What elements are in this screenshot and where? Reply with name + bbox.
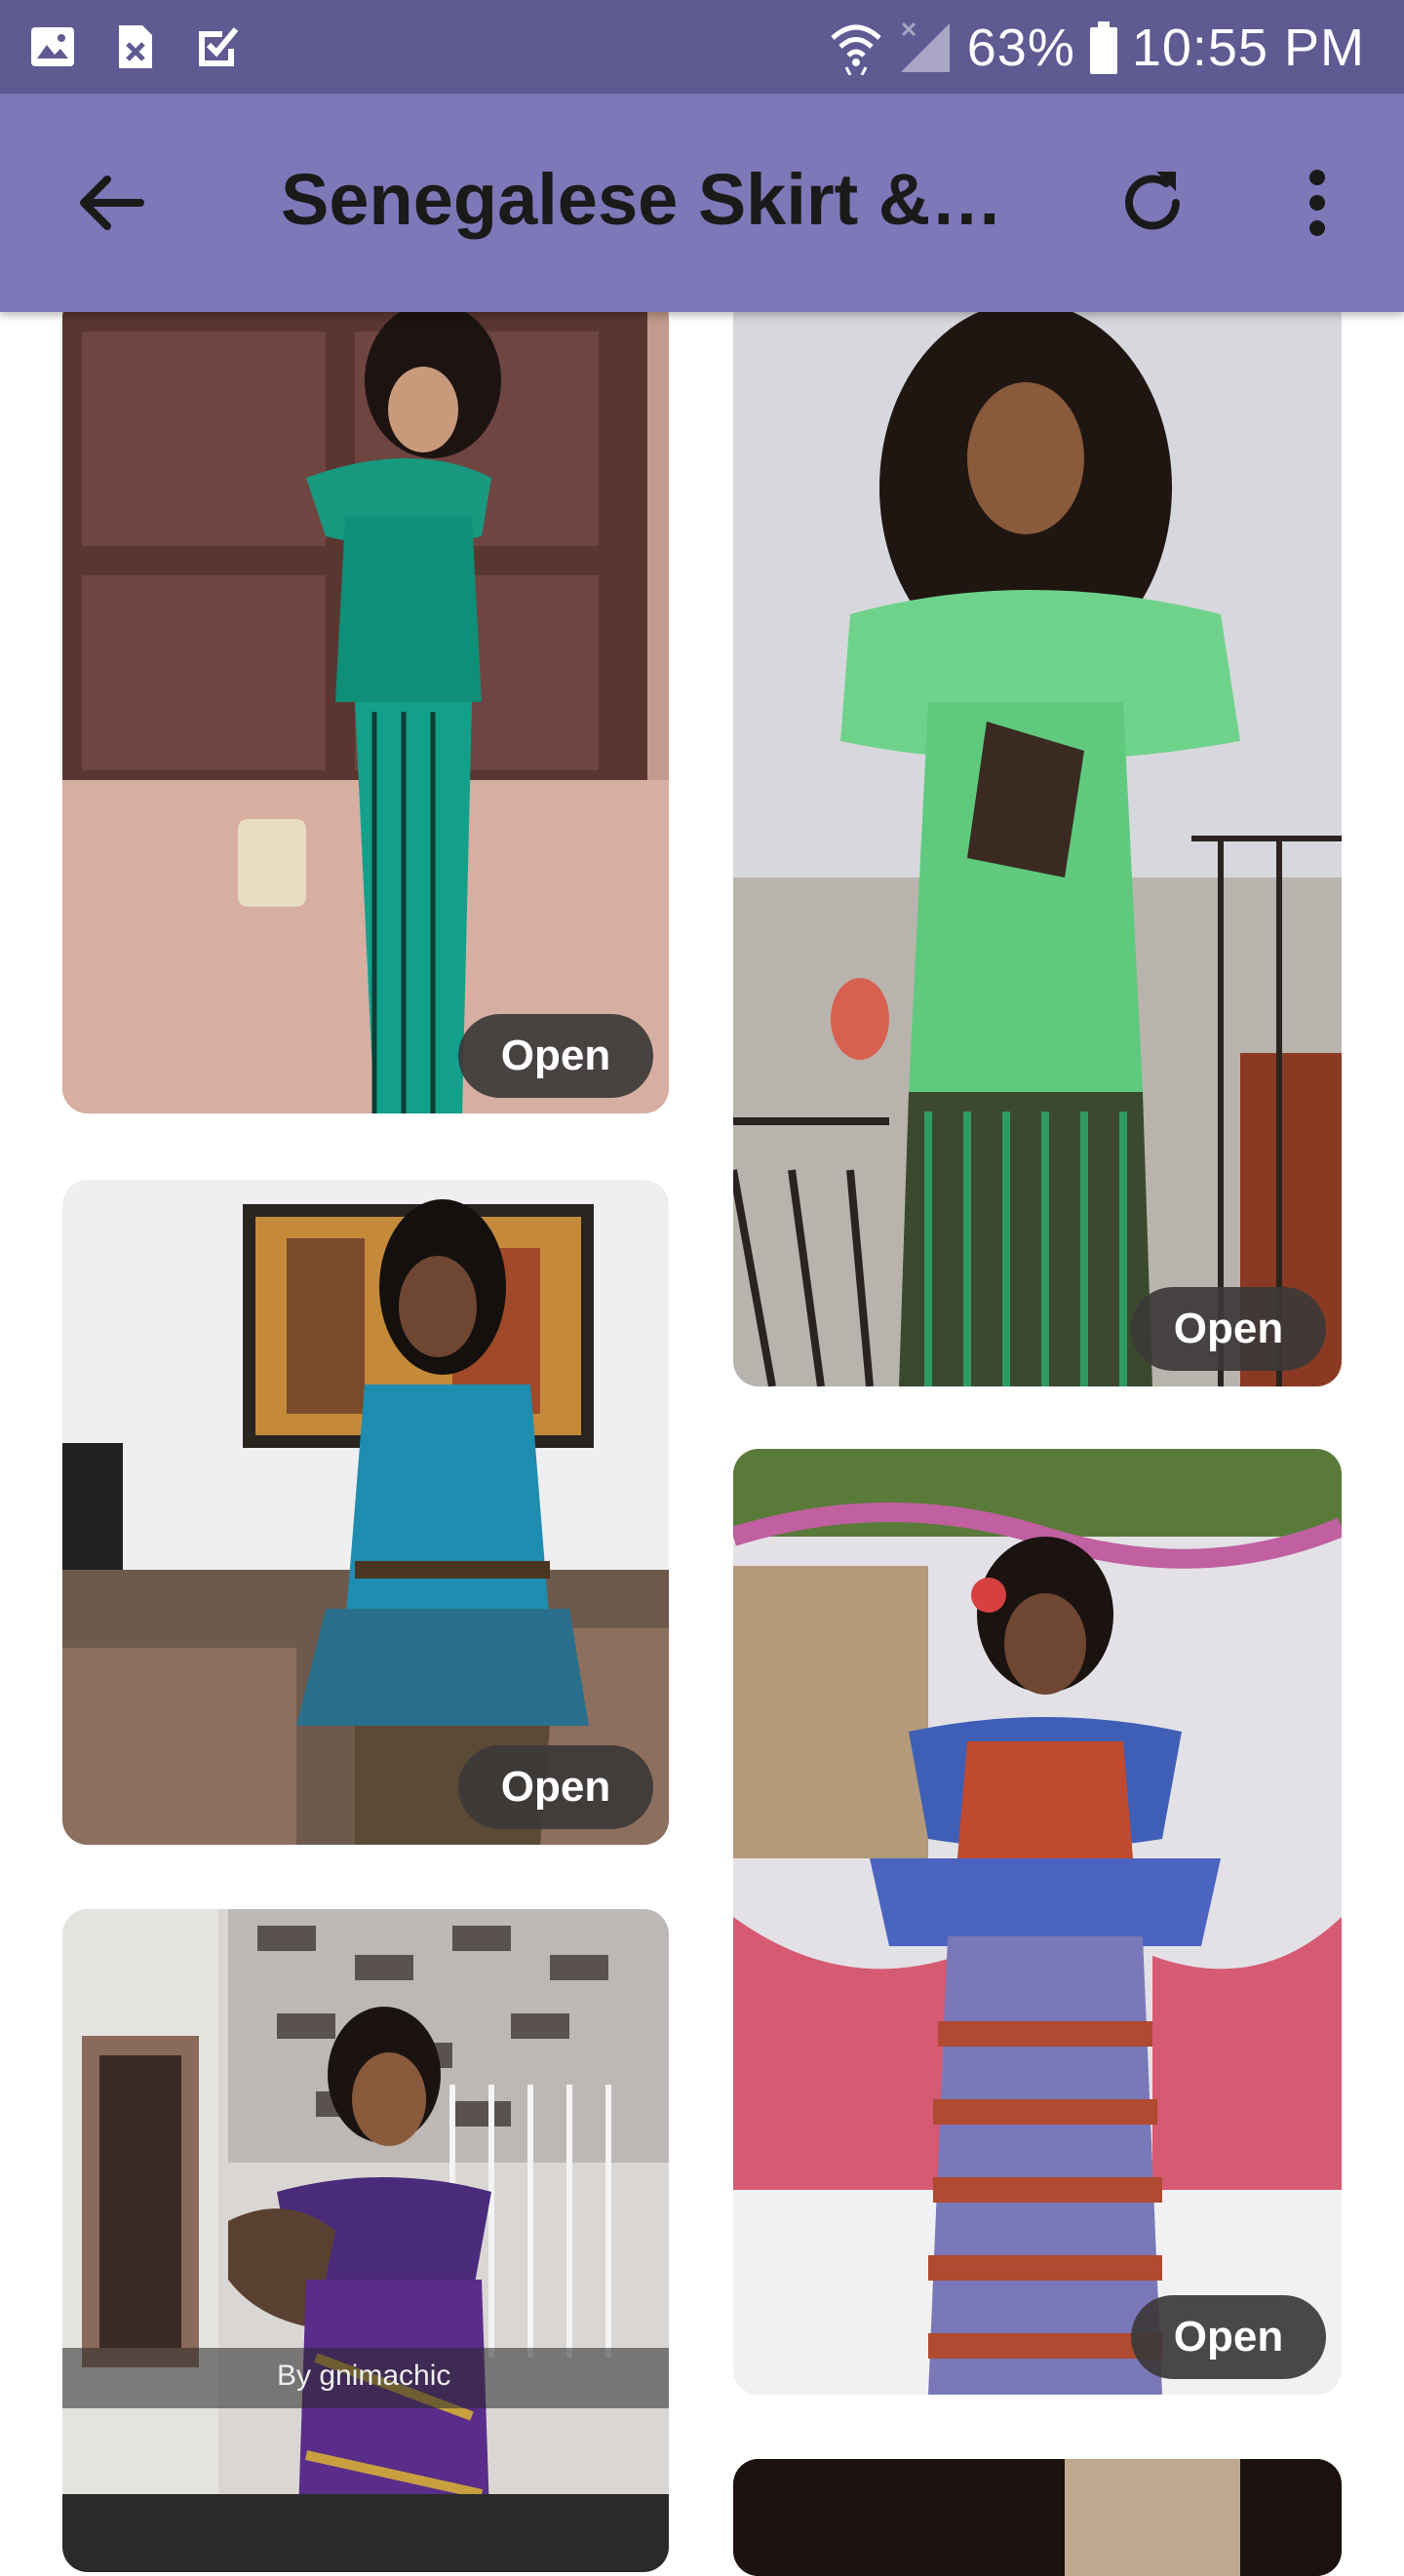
clock: 10:55 PM: [1131, 19, 1365, 77]
refresh-icon[interactable]: [1113, 164, 1191, 242]
close-file-icon: [119, 25, 152, 68]
photo-credit-bar: By gnimachic: [62, 2348, 669, 2408]
back-arrow-icon[interactable]: [72, 164, 150, 242]
gallery-card[interactable]: Open: [733, 1449, 1342, 2395]
gallery-card[interactable]: [62, 1909, 669, 2572]
no-signal-icon: [900, 21, 950, 72]
open-button[interactable]: Open: [458, 1745, 653, 1829]
dress-photo-dark: [733, 2459, 1342, 2576]
open-button[interactable]: Open: [1131, 1287, 1326, 1371]
page-title: Senegalese Skirt &…: [281, 159, 1003, 240]
open-button[interactable]: Open: [1131, 2295, 1326, 2379]
gallery-card[interactable]: Open: [62, 1180, 669, 1845]
checkbox-icon: [199, 27, 239, 66]
dress-photo-green: [733, 293, 1342, 1386]
status-bar: 63% 10:55 PM: [0, 0, 1404, 94]
gallery-card[interactable]: Open: [733, 293, 1342, 1386]
gallery-card[interactable]: Open: [62, 293, 669, 1113]
photo-credit: By gnimachic: [277, 2360, 451, 2392]
dress-photo-purple: [62, 1909, 669, 2572]
more-vert-icon[interactable]: [1285, 164, 1349, 242]
battery-percent: 63%: [966, 19, 1075, 77]
wifi-icon: [831, 24, 881, 75]
open-button[interactable]: Open: [458, 1014, 653, 1098]
battery-icon: [1089, 21, 1117, 74]
gallery-icon: [31, 27, 74, 66]
app-bar: Senegalese Skirt &…: [0, 94, 1404, 312]
dress-photo-tiedye: [733, 1449, 1342, 2395]
gallery-card[interactable]: [733, 2459, 1342, 2576]
dress-photo-teal: [62, 293, 669, 1113]
